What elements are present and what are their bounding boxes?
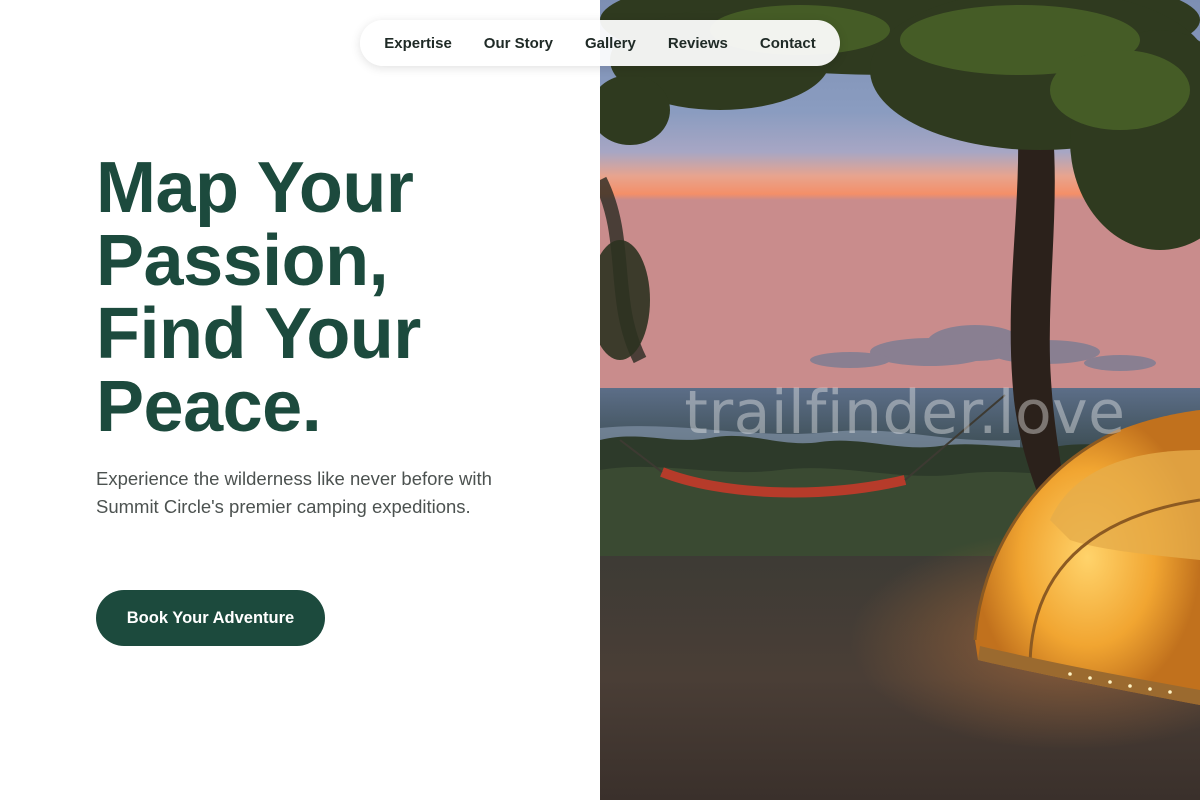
hero-text-panel: Map Your Passion, Find Your Peace. Exper… — [0, 0, 600, 800]
landing-page: Map Your Passion, Find Your Peace. Exper… — [0, 0, 1200, 800]
nav-link-reviews[interactable]: Reviews — [668, 35, 728, 52]
hero-title-line-4: Peace. — [96, 367, 322, 447]
hero-title: Map Your Passion, Find Your Peace. — [96, 152, 576, 444]
nav-link-our-story[interactable]: Our Story — [484, 35, 553, 52]
camping-scene-photo — [600, 0, 1200, 800]
hero-title-line-1: Map Your — [96, 148, 414, 228]
hero-subtitle: Experience the wilderness like never bef… — [96, 468, 492, 517]
top-navigation: Expertise Our Story Gallery Reviews Cont… — [360, 20, 840, 66]
nav-link-expertise[interactable]: Expertise — [384, 35, 452, 52]
hero-title-line-2: Passion, — [96, 221, 389, 301]
nav-link-gallery[interactable]: Gallery — [585, 35, 636, 52]
hero-title-line-3: Find Your — [96, 294, 421, 374]
book-adventure-button[interactable]: Book Your Adventure — [96, 590, 325, 646]
nav-link-contact[interactable]: Contact — [760, 35, 816, 52]
